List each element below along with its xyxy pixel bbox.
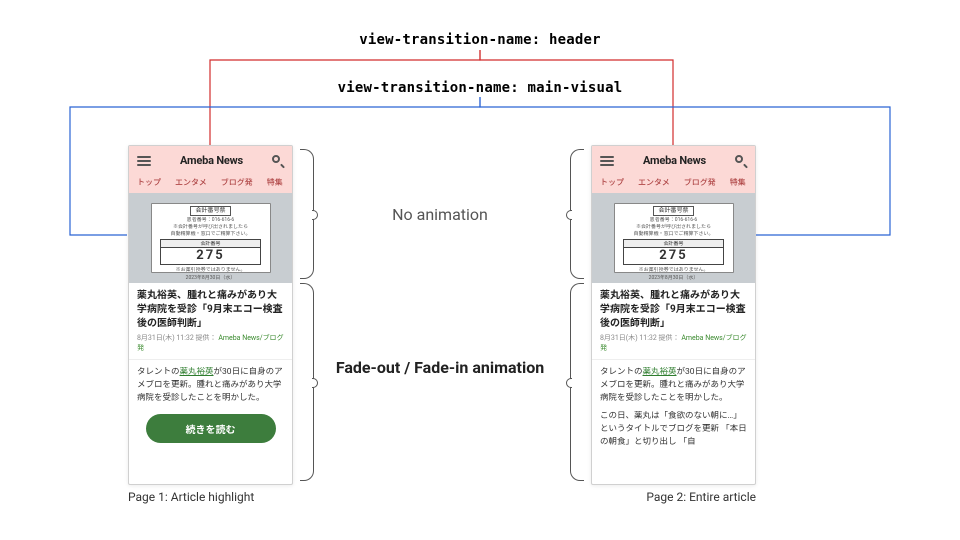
tab-top[interactable]: トップ: [600, 177, 624, 188]
read-more-button[interactable]: 続きを読む: [146, 414, 276, 443]
annotation-no-animation: No animation: [330, 205, 550, 224]
ticket-note: ※お薬引換券ではありません。: [639, 266, 709, 273]
brace-bottom-right: [300, 283, 314, 481]
ticket-header: 会計番号票: [653, 206, 693, 216]
ticket-number: 275: [161, 248, 260, 264]
body-pre: タレントの: [600, 367, 643, 377]
ticket-number: 275: [624, 248, 723, 264]
ticket-num-label: 会計番号: [161, 240, 260, 248]
article-body: タレントの薬丸裕英が30日に自身のアメブロを更新。腫れと痛みがあり大学病院を受診…: [129, 364, 292, 410]
ticket-date: 2023年8月30日（水）: [649, 274, 699, 281]
tab-feature[interactable]: 特集: [267, 177, 283, 188]
ticket-line1: 患者番号：016-616-6: [187, 217, 234, 223]
ticket-line1: 患者番号：016-616-6: [650, 217, 697, 223]
ticket-image: 会計番号票 患者番号：016-616-6 ※会計番号が呼び出されましたら 自動精…: [151, 203, 271, 273]
brace-top-right: [300, 149, 314, 279]
phone2-header: Ameba News トップ エンタメ ブログ発 特集: [592, 146, 755, 193]
tab-blog[interactable]: ブログ発: [221, 177, 253, 188]
label-vtname-header: view-transition-name: header: [0, 32, 960, 48]
phone1-main-visual: 会計番号票 患者番号：016-616-6 ※会計番号が呼び出されましたら 自動精…: [129, 193, 292, 283]
ticket-image: 会計番号票 患者番号：016-616-6 ※会計番号が呼び出されましたら 自動精…: [614, 203, 734, 273]
article-title: 薬丸裕英、腫れと痛みがあり大学病院を受診「9月末エコー検査後の医師判断」: [592, 283, 755, 333]
brand-title: Ameba News: [180, 154, 243, 167]
divider: [129, 359, 292, 360]
ticket-line2: ※会計番号が呼び出されましたら: [173, 224, 248, 230]
tab-blog[interactable]: ブログ発: [684, 177, 716, 188]
ticket-date: 2023年8月30日（水）: [186, 274, 236, 281]
search-icon[interactable]: [272, 155, 284, 167]
caption-page2: Page 2: Entire article: [591, 490, 756, 504]
hamburger-icon[interactable]: [600, 156, 614, 166]
body-pre: タレントの: [137, 367, 180, 377]
search-icon[interactable]: [735, 155, 747, 167]
tab-top[interactable]: トップ: [137, 177, 161, 188]
body-link[interactable]: 薬丸裕英: [643, 367, 677, 377]
hamburger-icon[interactable]: [137, 156, 151, 166]
meta-time: 8月31日(木) 11:32: [600, 334, 657, 342]
phone2-main-visual: 会計番号票 患者番号：016-616-6 ※会計番号が呼び出されましたら 自動精…: [592, 193, 755, 283]
ticket-line2: ※会計番号が呼び出されましたら: [636, 224, 711, 230]
phone1-header: Ameba News トップ エンタメ ブログ発 特集: [129, 146, 292, 193]
article-body: タレントの薬丸裕英が30日に自身のアメブロを更新。腫れと痛みがあり大学病院を受診…: [592, 364, 755, 410]
meta-time: 8月31日(木) 11:32: [137, 334, 194, 342]
caption-page1: Page 1: Article highlight: [128, 490, 254, 504]
article-title: 薬丸裕英、腫れと痛みがあり大学病院を受診「9月末エコー検査後の医師判断」: [129, 283, 292, 333]
body-link[interactable]: 薬丸裕英: [180, 367, 214, 377]
nav-tabs: トップ エンタメ ブログ発 特集: [592, 173, 755, 193]
page1-phone: Ameba News トップ エンタメ ブログ発 特集 会計番号票 患者番号：0…: [128, 145, 293, 485]
tab-feature[interactable]: 特集: [730, 177, 746, 188]
tab-entame[interactable]: エンタメ: [638, 177, 670, 188]
article-body-2: この日、薬丸は「食欲のない朝に…」というタイトルでブログを更新 「本日の朝食」と…: [592, 410, 755, 454]
ticket-header: 会計番号票: [190, 206, 230, 216]
ticket-num-label: 会計番号: [624, 240, 723, 248]
tab-entame[interactable]: エンタメ: [175, 177, 207, 188]
ticket-line3: 自動精算機・窓口でご精算下さい。: [170, 231, 250, 237]
nav-tabs: トップ エンタメ ブログ発 特集: [129, 173, 292, 193]
ticket-line3: 自動精算機・窓口でご精算下さい。: [633, 231, 713, 237]
brace-top-left: [570, 149, 584, 279]
article-meta: 8月31日(木) 11:32 提供： Ameba News/ブログ発: [592, 333, 755, 357]
article-meta: 8月31日(木) 11:32 提供： Ameba News/ブログ発: [129, 333, 292, 357]
meta-provider: 提供：: [196, 334, 217, 342]
divider: [592, 359, 755, 360]
label-vtname-main-visual: view-transition-name: main-visual: [0, 80, 960, 96]
ticket-note: ※お薬引換券ではありません。: [176, 266, 246, 273]
brace-bottom-left: [570, 283, 584, 481]
page2-phone: Ameba News トップ エンタメ ブログ発 特集 会計番号票 患者番号：0…: [591, 145, 756, 485]
annotation-fade-animation: Fade-out / Fade-in animation: [330, 358, 550, 379]
brand-title: Ameba News: [643, 154, 706, 167]
meta-provider: 提供：: [659, 334, 680, 342]
